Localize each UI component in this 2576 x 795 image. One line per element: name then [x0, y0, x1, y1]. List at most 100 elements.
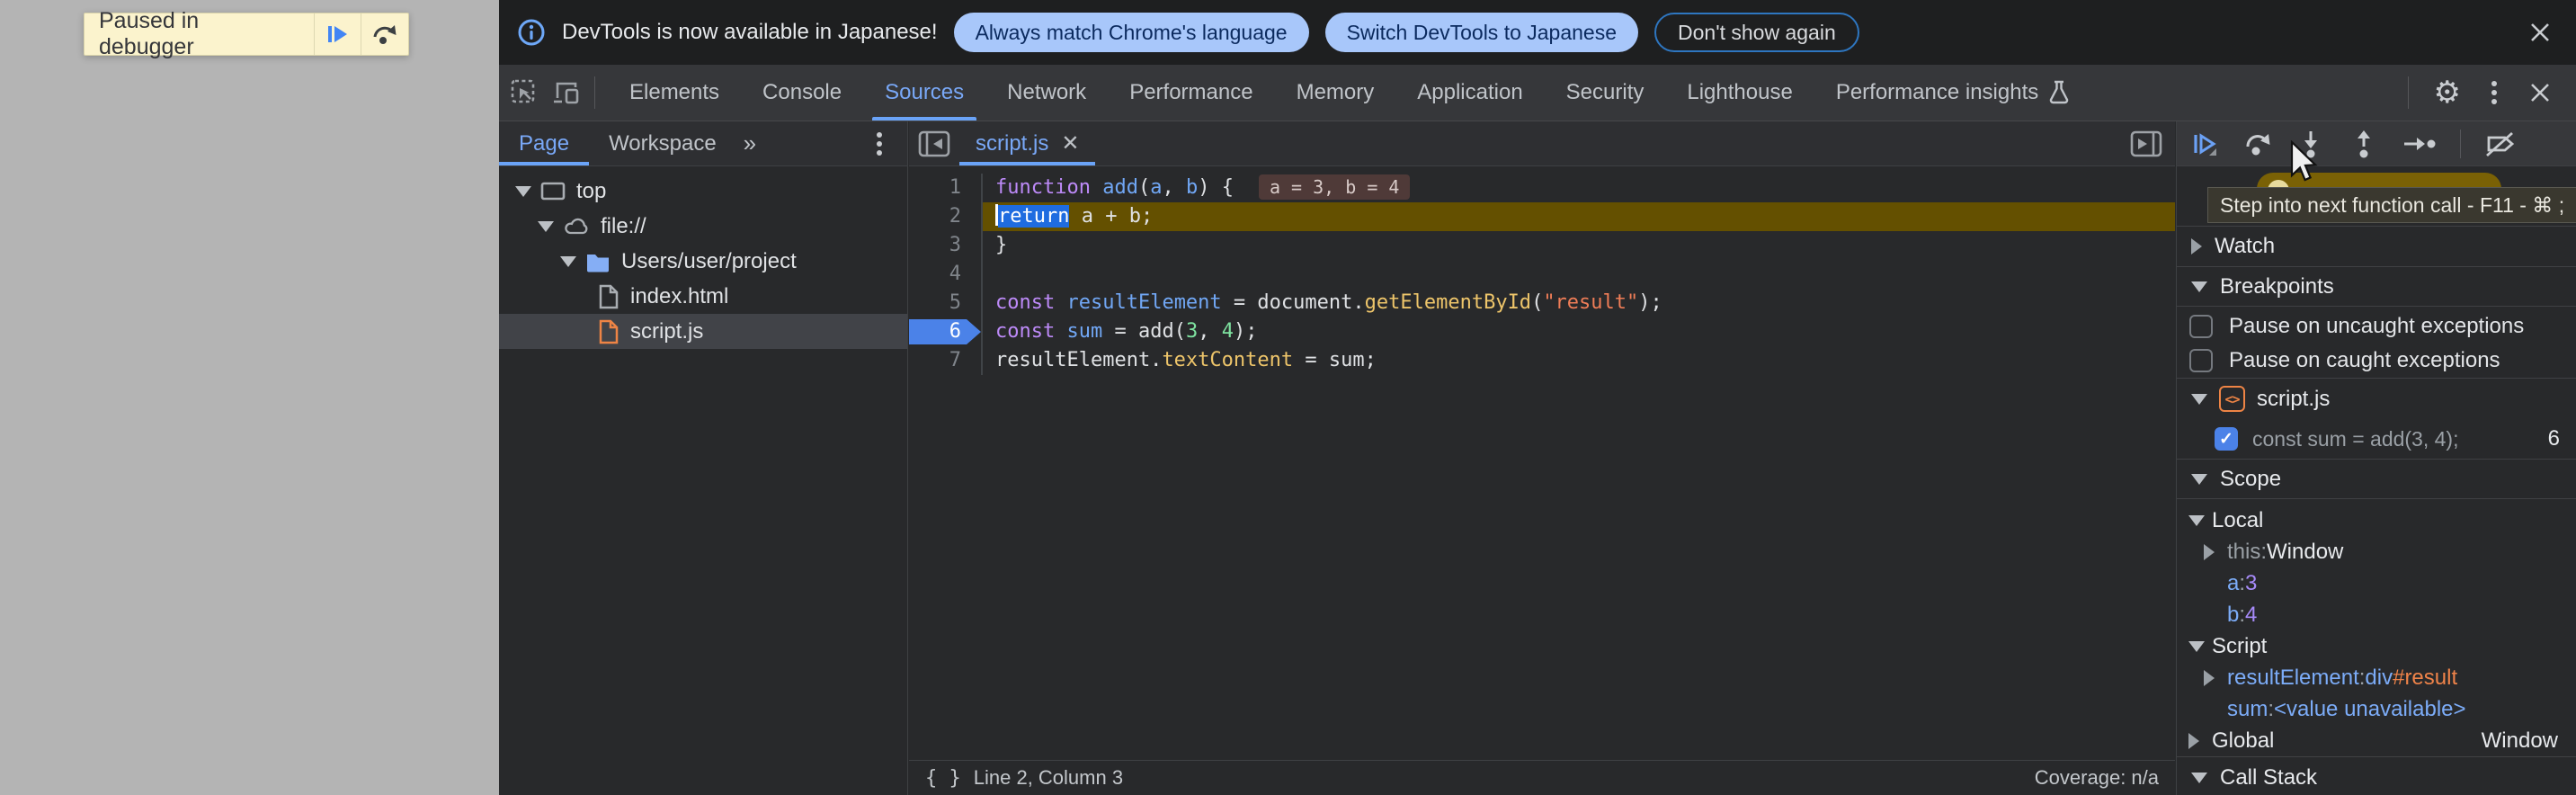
code-token: b: [1186, 176, 1198, 199]
line-number[interactable]: 1: [909, 174, 983, 202]
tree-item-project-folder[interactable]: Users/user/project: [499, 244, 907, 279]
section-breakpoints[interactable]: Breakpoints: [2177, 266, 2576, 307]
code-line: 6const sum = add(3, 4);: [909, 317, 2175, 346]
chevron-down-icon: [2191, 281, 2207, 292]
tab-security[interactable]: Security: [1545, 65, 1666, 121]
code-token: sum: [1066, 320, 1102, 343]
tab-elements[interactable]: Elements: [608, 65, 741, 121]
code-content[interactable]: [983, 260, 2175, 289]
separator: :: [2260, 540, 2267, 565]
code-content[interactable]: return a + b;: [983, 202, 2175, 231]
chevron-right-icon: [2188, 733, 2199, 749]
line-number[interactable]: 5: [909, 289, 983, 317]
breakpoint-entry[interactable]: ✓ const sum = add(3, 4); 6: [2177, 419, 2576, 459]
line-number[interactable]: 2: [909, 202, 983, 231]
section-scope[interactable]: Scope: [2177, 459, 2576, 499]
tab-page[interactable]: Page: [499, 121, 589, 165]
breakpoint-file-group[interactable]: <> script.js: [2177, 378, 2576, 419]
breakpoint-checkbox[interactable]: ✓: [2215, 427, 2238, 451]
chevron-down-icon[interactable]: [560, 256, 576, 267]
dont-show-again-button[interactable]: Don't show again: [1654, 13, 1859, 52]
pause-caught-row: Pause on caught exceptions: [2177, 344, 2576, 378]
section-label: Breakpoints: [2220, 274, 2334, 299]
tree-item-file-protocol[interactable]: file://: [499, 209, 907, 244]
editor-tab-script-js[interactable]: script.js ✕: [959, 121, 1095, 165]
line-number[interactable]: 3: [909, 231, 983, 260]
more-options-kebab-icon[interactable]: [2491, 90, 2497, 95]
code-content[interactable]: const resultElement = document.getElemen…: [983, 289, 2175, 317]
pretty-print-icon[interactable]: { }: [925, 767, 961, 790]
scope-var-resultelement[interactable]: resultElement: div#result: [2177, 662, 2576, 693]
devtools-close-button[interactable]: [2527, 80, 2553, 105]
tree-item-index-html[interactable]: index.html: [499, 279, 907, 314]
code-content[interactable]: resultElement.textContent = sum;: [983, 346, 2175, 375]
scope-var-this[interactable]: this: Window: [2177, 536, 2576, 567]
breakpoint-code-snippet: const sum = add(3, 4);: [2252, 427, 2458, 451]
breakpoint-marker[interactable]: 6: [909, 317, 983, 346]
chevron-down-icon: [2191, 773, 2207, 783]
switch-devtools-japanese-button[interactable]: Switch DevTools to Japanese: [1325, 13, 1638, 52]
tree-item-top[interactable]: top: [499, 174, 907, 209]
tab-performance[interactable]: Performance: [1108, 65, 1274, 121]
tab-close-icon[interactable]: ✕: [1061, 130, 1079, 156]
chevron-down-icon[interactable]: [538, 221, 554, 232]
code-line: 1function add(a, b) {a = 3, b = 4: [909, 174, 2175, 202]
tab-sources[interactable]: Sources: [863, 65, 985, 121]
scope-local-header[interactable]: Local: [2177, 505, 2576, 536]
kebab-icon: [877, 141, 882, 147]
step-into-button[interactable]: [2295, 129, 2326, 159]
var-name: sum: [2227, 697, 2268, 722]
deactivate-breakpoints-button[interactable]: [2483, 129, 2518, 159]
section-label: Scope: [2220, 467, 2281, 492]
breakpoint-arrow-badge: [909, 319, 981, 344]
step-over-button[interactable]: [361, 13, 408, 55]
code-content[interactable]: }: [983, 231, 2175, 260]
scope-global-header[interactable]: Global Window: [2177, 725, 2576, 756]
line-number[interactable]: 4: [909, 260, 983, 289]
editor-tab-bar: script.js ✕: [909, 121, 2175, 166]
toolbar-right-icons: ⚙: [2408, 65, 2576, 121]
resume-script-button[interactable]: [315, 13, 361, 55]
chevron-right-icon: [2204, 544, 2215, 560]
step-over-button[interactable]: [2242, 129, 2273, 159]
pause-uncaught-checkbox[interactable]: [2189, 315, 2213, 338]
code-content[interactable]: const sum = add(3, 4);: [983, 317, 2175, 346]
step-out-button[interactable]: [2349, 129, 2379, 159]
pause-caught-checkbox[interactable]: [2189, 349, 2213, 372]
tab-application[interactable]: Application: [1395, 65, 1544, 121]
notification-close-button[interactable]: [2526, 18, 2554, 47]
settings-gear-icon[interactable]: ⚙: [2434, 77, 2461, 108]
tab-network[interactable]: Network: [985, 65, 1108, 121]
inspect-element-button[interactable]: [510, 78, 539, 107]
tab-performance-insights[interactable]: Performance insights: [1814, 65, 2092, 121]
more-tabs-chevrons[interactable]: »: [736, 121, 763, 165]
toggle-device-toolbar-button[interactable]: [551, 78, 582, 107]
chevron-down-icon: [2191, 474, 2207, 485]
scope-var-sum[interactable]: sum: <value unavailable>: [2177, 693, 2576, 725]
tab-console[interactable]: Console: [741, 65, 863, 121]
divider: [2460, 130, 2461, 158]
section-call-stack[interactable]: Call Stack: [2177, 756, 2576, 795]
code-token: a: [1150, 176, 1162, 199]
resume-script-button[interactable]: [2189, 129, 2220, 159]
line-number[interactable]: 7: [909, 346, 983, 375]
scope-script-header[interactable]: Script: [2177, 630, 2576, 662]
tab-workspace[interactable]: Workspace: [589, 121, 736, 165]
var-value: <value unavailable>: [2274, 697, 2466, 722]
section-watch[interactable]: Watch: [2177, 226, 2576, 266]
always-match-language-button[interactable]: Always match Chrome's language: [954, 13, 1309, 52]
tab-label: Console: [762, 80, 842, 105]
code-content[interactable]: function add(a, b) {a = 3, b = 4: [983, 174, 2175, 202]
chevron-down-icon[interactable]: [515, 186, 531, 197]
hide-navigator-button[interactable]: [909, 121, 950, 165]
code-token: 3: [1186, 320, 1198, 343]
separator: :: [2239, 603, 2245, 628]
navigator-menu-button[interactable]: [871, 121, 907, 165]
scope-var-a[interactable]: a: 3: [2177, 567, 2576, 599]
tab-memory[interactable]: Memory: [1275, 65, 1396, 121]
tree-item-script-js[interactable]: script.js: [499, 314, 907, 349]
step-button[interactable]: [2402, 129, 2438, 159]
scope-var-b[interactable]: b: 4: [2177, 599, 2576, 630]
tab-lighthouse[interactable]: Lighthouse: [1665, 65, 1814, 121]
show-debugger-panel-button[interactable]: [2130, 121, 2175, 165]
